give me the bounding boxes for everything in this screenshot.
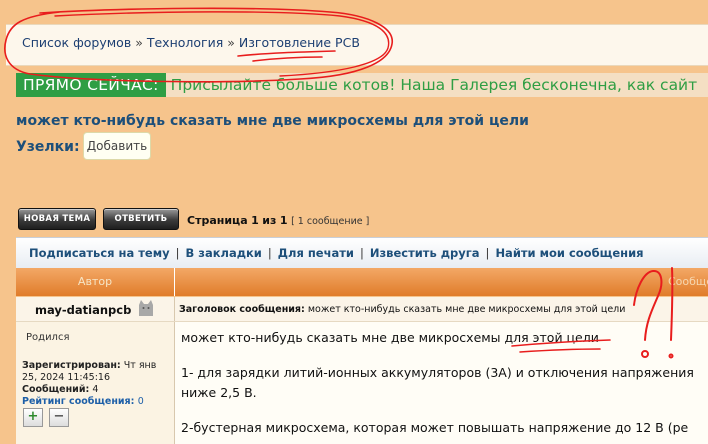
cat-icon	[139, 300, 153, 316]
breadcrumb-pcb-manufacturing[interactable]: Изготовление PCB	[239, 35, 360, 50]
action-separator: |	[267, 246, 272, 260]
breadcrumb-separator: »	[135, 35, 143, 50]
vote-down-button[interactable]: −	[49, 408, 69, 427]
notify-friend-link[interactable]: Известить друга	[370, 246, 480, 260]
new-topic-button[interactable]: НОВАЯ ТЕМА	[18, 208, 96, 230]
registered-label: Зарегистрирован:	[22, 360, 121, 371]
author-column-header: Автор	[77, 275, 113, 288]
subject-text[interactable]: может кто-нибудь сказать мне две микросх…	[308, 304, 626, 315]
pagination-info: Страница 1 из 1 [ 1 сообщение ]	[187, 214, 369, 227]
page-of: из	[262, 214, 277, 227]
ticker-label: ПРЯМО СЕЙЧАС:	[16, 73, 166, 97]
topic-title[interactable]: может кто-нибудь сказать мне две микросх…	[16, 113, 529, 129]
message-column-header: Сообщение	[668, 275, 708, 288]
column-divider	[174, 297, 175, 321]
ticker-text[interactable]: Присылайте больше котов! Наша Галерея бе…	[166, 73, 698, 97]
post-text-line: 1- для зарядки литий-ионных аккумуляторо…	[181, 365, 694, 380]
action-separator: |	[485, 246, 490, 260]
posts-value: 4	[92, 384, 99, 395]
post-body: может кто-нибудь сказать мне две микросх…	[181, 328, 708, 438]
post-author-name[interactable]: may-datianpcb	[35, 303, 131, 317]
tags-label: Узелки:	[16, 139, 80, 155]
subscribe-link[interactable]: Подписаться на тему	[29, 246, 170, 260]
breadcrumb-forums-list[interactable]: Список форумов	[22, 35, 131, 50]
news-ticker: ПРЯМО СЕЙЧАС: Присылайте больше котов! На…	[16, 73, 708, 97]
post-count: [ 1 сообщение ]	[291, 216, 370, 227]
add-tag-button[interactable]: Добавить	[83, 132, 151, 160]
reply-button[interactable]: ОТВЕТИТЬ	[103, 208, 179, 230]
post-rating: Рейтинг сообщения: 0	[22, 396, 144, 407]
print-link[interactable]: Для печати	[278, 246, 354, 260]
registration-info: Зарегистрирован: Чт янв 25, 2024 11:45:1…	[22, 360, 172, 396]
subject-label: Заголовок сообщения:	[179, 304, 305, 315]
post-text-line: ниже 2,5 В.	[181, 385, 257, 400]
post-header-row: may-datianpcb Заголовок сообщения: может…	[16, 297, 708, 322]
post-row: Родился Зарегистрирован: Чт янв 25, 2024…	[16, 322, 708, 444]
post-text-line: 2-бустерная микросхема, которая может по…	[181, 420, 689, 435]
action-separator: |	[175, 246, 180, 260]
breadcrumb-bar: Список форумов » Технология » Изготовление P…	[6, 24, 708, 66]
author-profile-panel: Родился Зарегистрирован: Чт янв 25, 2024…	[16, 322, 175, 444]
rating-label: Рейтинг сообщения:	[22, 396, 135, 407]
topic-actions-bar: Подписаться на тему | В закладки | Для п…	[16, 237, 708, 268]
page-total: 1	[279, 214, 288, 227]
author-rank: Родился	[26, 332, 70, 343]
rating-value: 0	[137, 396, 144, 407]
post-subject: Заголовок сообщения: может кто-нибудь ск…	[179, 304, 625, 315]
page-current: 1	[251, 214, 259, 227]
breadcrumb: Список форумов » Технология » Изготовление P…	[22, 35, 360, 50]
column-divider	[174, 268, 175, 296]
breadcrumb-separator: »	[227, 35, 235, 50]
posts-table-header: Автор Сообщение	[16, 268, 708, 296]
posts-label: Сообщений:	[22, 384, 90, 395]
breadcrumb-technology[interactable]: Технология	[147, 35, 223, 50]
find-my-posts-link[interactable]: Найти мои сообщения	[495, 246, 643, 260]
page-prefix: Страница	[187, 214, 248, 227]
vote-up-button[interactable]: +	[23, 408, 43, 427]
post-text-line: может кто-нибудь сказать мне две микросх…	[181, 330, 599, 345]
bookmark-link[interactable]: В закладки	[186, 246, 262, 260]
action-separator: |	[359, 246, 364, 260]
